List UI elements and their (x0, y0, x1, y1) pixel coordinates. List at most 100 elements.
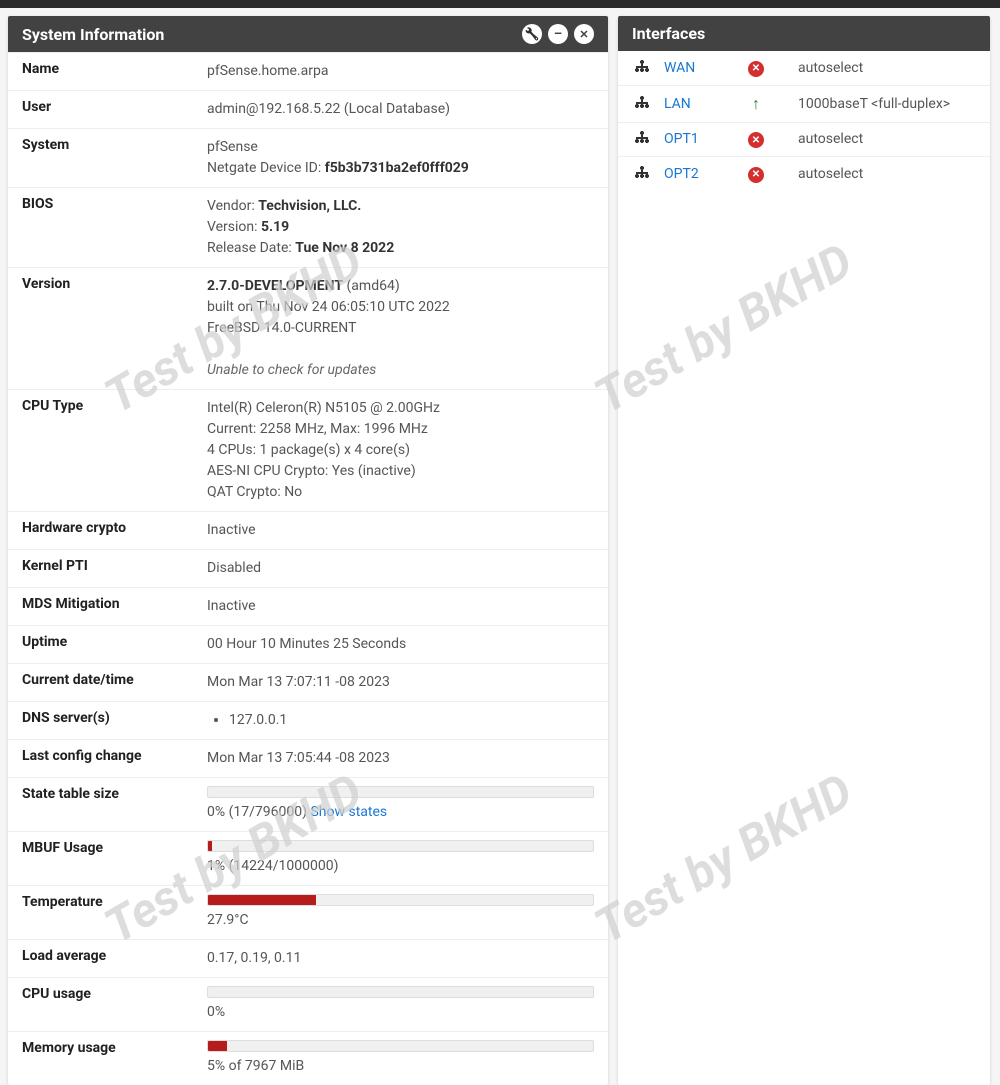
system-information-panel: System Information Name pfSense.home.arp… (8, 16, 608, 1085)
label-mds: MDS Mitigation (22, 596, 207, 612)
row-hwcrypto: Hardware crypto Inactive (8, 511, 608, 549)
cpu-aesni: AES-NI CPU Crypto: Yes (inactive) (207, 463, 416, 479)
value-bios: Vendor: Techvision, LLC. Version: 5.19 R… (207, 196, 594, 259)
interfaces-list: WAN autoselect LAN↑1000baseT <full-duplex>… (618, 51, 990, 191)
interfaces-panel: Interfaces WAN autoselect LAN↑1000baseT <f… (618, 16, 990, 1085)
status-down-icon (746, 165, 766, 183)
bios-date: Tue Nov 8 2022 (295, 240, 394, 256)
value-cpu: Intel(R) Celeron(R) N5105 @ 2.00GHz Curr… (207, 398, 594, 503)
mem-bar (207, 1040, 594, 1052)
value-version: 2.7.0-DEVELOPMENT (amd64) built on Thu N… (207, 276, 594, 381)
row-temp: Temperature 27.9°C (8, 885, 608, 939)
value-dns: 127.0.0.1 (207, 710, 594, 731)
row-state-table: State table size 0% (17/796000) Show sta… (8, 777, 608, 831)
show-states-link[interactable]: Show states (310, 804, 387, 820)
row-user: User admin@192.168.5.22 (Local Database) (8, 90, 608, 128)
label-name: Name (22, 61, 207, 77)
cpuusage-text: 0% (207, 1004, 225, 1020)
value-load: 0.17, 0.19, 0.11 (207, 948, 594, 969)
cpu-bar (207, 986, 594, 998)
label-state: State table size (22, 786, 207, 802)
row-mds: MDS Mitigation Inactive (8, 587, 608, 625)
value-system: pfSense Netgate Device ID: f5b3b731ba2ef… (207, 137, 594, 179)
row-mbuf: MBUF Usage 1% (14224/1000000) (8, 831, 608, 885)
label-hwcrypto: Hardware crypto (22, 520, 207, 536)
cpu-model: Intel(R) Celeron(R) N5105 @ 2.00GHz (207, 400, 440, 416)
value-uptime: 00 Hour 10 Minutes 25 Seconds (207, 634, 594, 655)
state-bar (207, 786, 594, 798)
label-load: Load average (22, 948, 207, 964)
status-down-icon (746, 131, 766, 149)
minimize-icon[interactable] (548, 24, 568, 44)
label-temp: Temperature (22, 894, 207, 910)
temp-bar-fill (208, 895, 316, 905)
version-built: built on Thu Nov 24 06:05:10 UTC 2022 (207, 299, 450, 315)
interface-name-link[interactable]: WAN (664, 60, 734, 76)
value-datetime: Mon Mar 13 7:07:11 -08 2023 (207, 672, 594, 693)
panel-title: System Information (22, 25, 164, 44)
interface-speed: 1000baseT <full-duplex> (778, 96, 976, 112)
value-mds: Inactive (207, 596, 594, 617)
cpu-freq: Current: 2258 MHz, Max: 1996 MHz (207, 421, 428, 437)
row-load: Load average 0.17, 0.19, 0.11 (8, 939, 608, 977)
label-dns: DNS server(s) (22, 710, 207, 726)
sitemap-icon (632, 166, 652, 182)
temp-text: 27.9°C (207, 912, 249, 928)
interface-row: WAN autoselect (618, 51, 990, 85)
label-datetime: Current date/time (22, 672, 207, 688)
mem-text: 5% of 7967 MiB (207, 1058, 304, 1074)
wrench-icon[interactable] (522, 24, 542, 44)
top-bar (0, 0, 1000, 8)
interface-speed: autoselect (778, 60, 976, 76)
interface-name-link[interactable]: OPT1 (664, 131, 734, 147)
bios-vendor-prefix: Vendor: (207, 198, 258, 214)
interface-speed: autoselect (778, 131, 976, 147)
row-cpu-usage: CPU usage 0% (8, 977, 608, 1031)
dns-entry: 127.0.0.1 (229, 710, 594, 731)
interfaces-title: Interfaces (632, 24, 705, 43)
status-down-icon (746, 59, 766, 77)
interface-name-link[interactable]: LAN (664, 96, 734, 112)
close-icon[interactable] (574, 24, 594, 44)
system-device-id: f5b3b731ba2ef0fff029 (325, 160, 469, 176)
system-line1: pfSense (207, 139, 258, 155)
interface-row: OPT2autoselect (618, 156, 990, 191)
label-mem: Memory usage (22, 1040, 207, 1056)
interface-row: LAN↑1000baseT <full-duplex> (618, 85, 990, 122)
label-pti: Kernel PTI (22, 558, 207, 574)
row-system: System pfSense Netgate Device ID: f5b3b7… (8, 128, 608, 187)
value-hwcrypto: Inactive (207, 520, 594, 541)
version-arch: (amd64) (343, 278, 400, 294)
panel-header: System Information (8, 16, 608, 52)
label-mbuf: MBUF Usage (22, 840, 207, 856)
row-pti: Kernel PTI Disabled (8, 549, 608, 587)
row-name: Name pfSense.home.arpa (8, 52, 608, 90)
state-text: 0% (17/796000) (207, 804, 310, 820)
value-state: 0% (17/796000) Show states (207, 786, 594, 823)
mbuf-bar-fill (208, 841, 212, 851)
version-freebsd: FreeBSD 14.0-CURRENT (207, 320, 356, 336)
label-system: System (22, 137, 207, 153)
value-cpuusage: 0% (207, 986, 594, 1023)
label-user: User (22, 99, 207, 115)
system-line2-prefix: Netgate Device ID: (207, 160, 325, 176)
sitemap-icon (632, 131, 652, 147)
row-dns: DNS server(s) 127.0.0.1 (8, 701, 608, 739)
cpu-qat: QAT Crypto: No (207, 484, 302, 500)
label-version: Version (22, 276, 207, 292)
value-temp: 27.9°C (207, 894, 594, 931)
row-version: Version 2.7.0-DEVELOPMENT (amd64) built … (8, 267, 608, 389)
mbuf-bar (207, 840, 594, 852)
value-mbuf: 1% (14224/1000000) (207, 840, 594, 877)
panel-actions (522, 24, 594, 44)
value-pti: Disabled (207, 558, 594, 579)
interface-name-link[interactable]: OPT2 (664, 166, 734, 182)
row-cpu-type: CPU Type Intel(R) Celeron(R) N5105 @ 2.0… (8, 389, 608, 511)
label-bios: BIOS (22, 196, 207, 212)
row-memory: Memory usage 5% of 7967 MiB (8, 1031, 608, 1085)
bios-version: 5.19 (261, 219, 289, 235)
value-mem: 5% of 7967 MiB (207, 1040, 594, 1077)
row-datetime: Current date/time Mon Mar 13 7:07:11 -08… (8, 663, 608, 701)
value-name: pfSense.home.arpa (207, 61, 594, 82)
label-uptime: Uptime (22, 634, 207, 650)
